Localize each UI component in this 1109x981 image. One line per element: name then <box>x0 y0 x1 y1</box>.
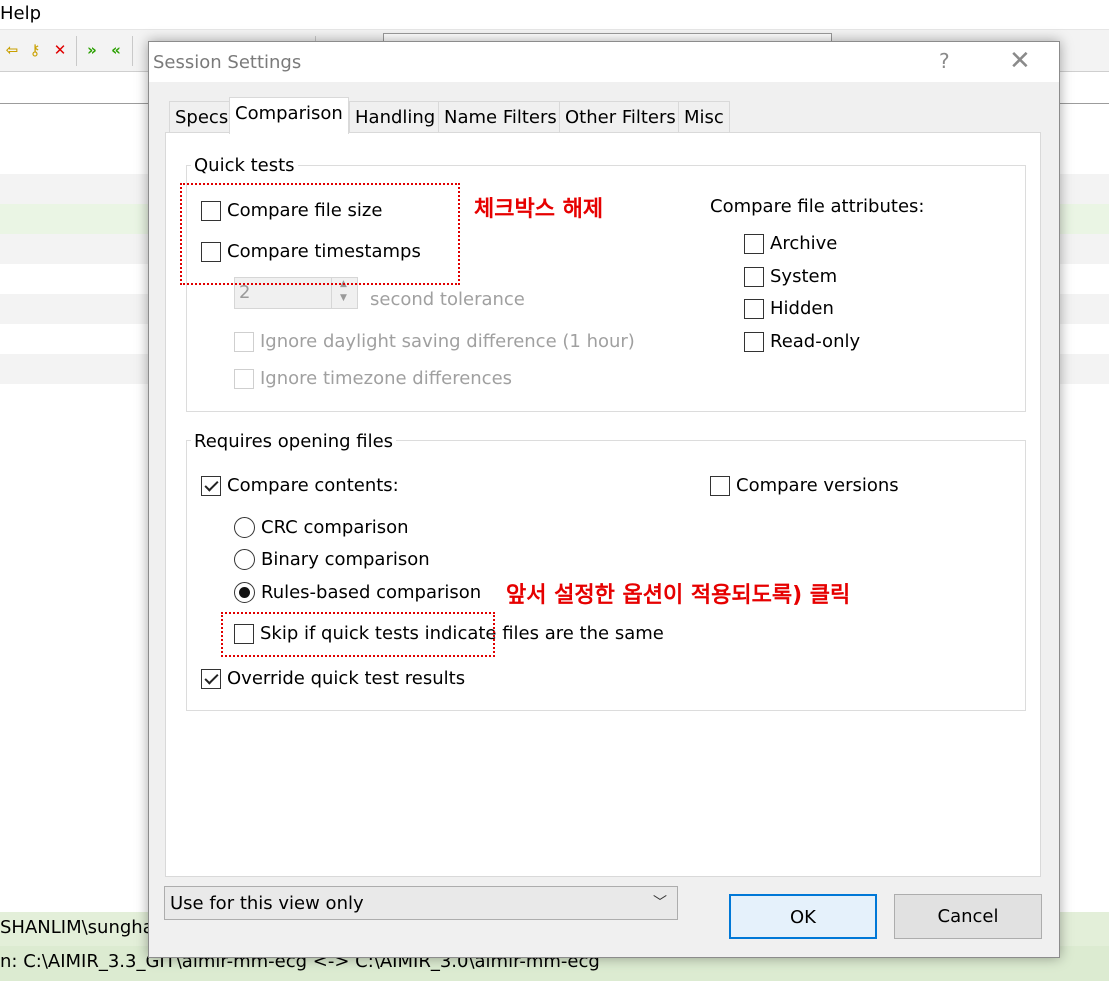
checkbox-box[interactable] <box>710 475 730 496</box>
checkbox-box[interactable] <box>744 233 764 254</box>
compare-versions-checkbox[interactable]: Compare versions <box>710 475 899 496</box>
radio-circle[interactable] <box>234 582 255 603</box>
cancel-button[interactable]: Cancel <box>894 894 1042 939</box>
compare-contents-label: Compare contents: <box>227 475 399 496</box>
crc-comparison-label: CRC comparison <box>261 517 409 538</box>
next-diff-icon[interactable]: » <box>82 40 102 60</box>
attr-hidden-checkbox[interactable]: Hidden <box>744 298 834 319</box>
tab-comparison[interactable]: Comparison <box>229 97 349 134</box>
radio-circle[interactable] <box>234 549 255 570</box>
menu-bar: Help <box>0 0 1109 30</box>
attr-system-checkbox[interactable]: System <box>744 266 837 287</box>
stepper-down-icon[interactable]: ▼ <box>340 293 347 303</box>
prev-diff-icon[interactable]: « <box>106 40 126 60</box>
tolerance-label: second tolerance <box>370 289 525 310</box>
ignore-timezone-checkbox[interactable]: Ignore timezone differences <box>234 368 512 389</box>
checkbox-box[interactable] <box>744 266 764 287</box>
scope-select[interactable]: Use for this view only ﹀ <box>164 886 678 920</box>
checkbox-box[interactable] <box>201 475 221 496</box>
radio-circle[interactable] <box>234 517 255 538</box>
key-icon[interactable]: ⚷ <box>25 40 45 60</box>
crc-comparison-radio[interactable]: CRC comparison <box>234 517 409 538</box>
attr-readonly-label: Read-only <box>770 331 861 352</box>
rules-based-comparison-radio[interactable]: Rules-based comparison <box>234 582 481 603</box>
tab-other-filters[interactable]: Other Filters <box>559 101 682 133</box>
annotation-highlight-box <box>221 612 495 657</box>
checkbox-box[interactable] <box>744 331 764 352</box>
requires-opening-files-title: Requires opening files <box>191 431 397 452</box>
help-icon[interactable]: ? <box>939 49 950 73</box>
ignore-dst-label: Ignore daylight saving difference (1 hou… <box>260 331 635 352</box>
tab-misc[interactable]: Misc <box>678 101 730 133</box>
attr-readonly-checkbox[interactable]: Read-only <box>744 331 860 352</box>
tab-name-filters[interactable]: Name Filters <box>438 101 563 133</box>
override-quick-results-label: Override quick test results <box>227 668 466 689</box>
compare-contents-checkbox[interactable]: Compare contents: <box>201 475 399 496</box>
attr-system-label: System <box>770 266 838 287</box>
attr-archive-checkbox[interactable]: Archive <box>744 233 837 254</box>
session-settings-dialog: Session Settings ? ✕ Specs Comparison Ha… <box>148 41 1060 958</box>
binary-comparison-radio[interactable]: Binary comparison <box>234 549 430 570</box>
attr-hidden-label: Hidden <box>770 298 834 319</box>
status-user: SHANLIM\sungha <box>0 917 154 938</box>
close-icon[interactable]: ✕ <box>1009 46 1031 76</box>
chevron-down-icon[interactable]: ﹀ <box>653 892 667 912</box>
comparison-tab-panel: Quick tests Compare file size Compare ti… <box>165 132 1041 877</box>
checkbox-box[interactable] <box>744 298 764 319</box>
menu-help[interactable]: Help <box>0 3 41 24</box>
override-quick-results-checkbox[interactable]: Override quick test results <box>201 668 465 689</box>
checkbox-box[interactable] <box>234 368 254 389</box>
tab-specs[interactable]: Specs <box>169 101 235 133</box>
annotation-highlight-box <box>180 183 460 285</box>
arrow-left-icon[interactable]: ⇦ <box>2 40 22 60</box>
scope-select-value: Use for this view only <box>170 893 364 914</box>
quick-tests-title: Quick tests <box>191 155 298 176</box>
attr-archive-label: Archive <box>770 233 838 254</box>
toolbar-separator <box>76 36 77 66</box>
tolerance-value: 2 <box>239 282 251 303</box>
toolbar-separator <box>132 36 133 66</box>
ignore-timezone-label: Ignore timezone differences <box>260 368 513 389</box>
delete-x-icon[interactable]: ✕ <box>50 40 70 60</box>
checkbox-box[interactable] <box>234 331 254 352</box>
checkbox-box[interactable] <box>201 668 221 689</box>
annotation-uncheck-note: 체크박스 해제 <box>474 197 604 222</box>
ignore-dst-checkbox[interactable]: Ignore daylight saving difference (1 hou… <box>234 331 635 352</box>
compare-attributes-title: Compare file attributes: <box>710 196 925 217</box>
ok-button[interactable]: OK <box>729 894 877 939</box>
tab-handling[interactable]: Handling <box>349 101 442 133</box>
binary-comparison-label: Binary comparison <box>261 549 430 570</box>
annotation-click-note: 앞서 설정한 옵션이 적용되도록) 클릭 <box>506 583 851 608</box>
compare-versions-label: Compare versions <box>736 475 899 496</box>
rules-based-comparison-label: Rules-based comparison <box>261 582 482 603</box>
dialog-titlebar[interactable]: Session Settings ? ✕ <box>149 42 1059 82</box>
dialog-title: Session Settings <box>153 52 302 73</box>
